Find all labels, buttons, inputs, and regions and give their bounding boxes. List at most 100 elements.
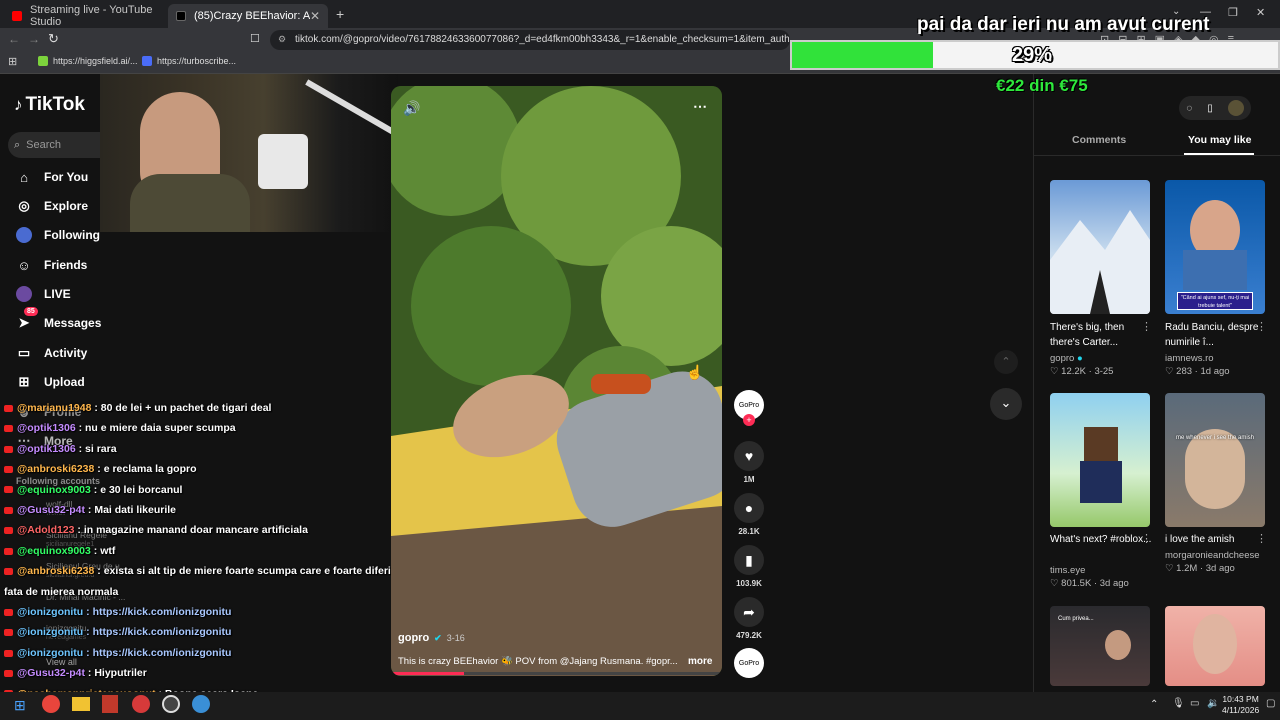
youtube-icon	[12, 11, 22, 21]
url-field[interactable]: ⚙ tiktok.com/@gopro/video/76178824633600…	[270, 30, 790, 50]
card-author[interactable]: tims.eye	[1050, 565, 1085, 576]
bookmark-favicon	[142, 56, 152, 66]
reload-icon[interactable]: ↻	[48, 31, 59, 47]
site-info-icon[interactable]: ⚙	[278, 34, 286, 45]
back-icon[interactable]: ←	[8, 32, 20, 46]
close-tab-icon[interactable]: ✕	[310, 9, 320, 23]
apps-grid-icon[interactable]: ⊞	[8, 55, 17, 68]
nav-upload[interactable]: ⊞ Upload	[16, 374, 85, 390]
recommendation-thumbnail[interactable]: me whenever i see the amish	[1165, 393, 1265, 527]
roblox-body-graphic	[1080, 461, 1122, 503]
nav-live[interactable]: LIVE	[16, 286, 71, 302]
caption-more-link[interactable]: more	[688, 656, 712, 667]
tab-youtube-studio[interactable]: Streaming live - YouTube Studio	[4, 4, 170, 28]
mic-arm	[305, 79, 395, 135]
youtube-badge-icon	[4, 486, 13, 494]
chat-message: @equinox9003 : wtf	[4, 545, 115, 557]
share-button[interactable]: ➦ 479.2K	[734, 597, 764, 640]
bookmark-icon[interactable]: ☐	[250, 32, 260, 45]
face-graphic	[1193, 614, 1237, 674]
close-window-button[interactable]: ✕	[1256, 6, 1265, 19]
forward-icon[interactable]: →	[28, 32, 40, 46]
youtube-badge-icon	[4, 404, 13, 412]
recommendation-thumbnail[interactable]: "Când ai ajuns sef, nu-ți mai trebuie ta…	[1165, 180, 1265, 314]
recommendation-thumbnail[interactable]: Cum privea...	[1050, 606, 1150, 686]
tab-you-may-like[interactable]: You may like	[1188, 134, 1251, 146]
volume-icon[interactable]: 🔊	[403, 100, 420, 117]
save-button[interactable]: ▮ 103.9K	[734, 545, 764, 588]
chat-text: : nu e miere daia super scumpa	[75, 422, 236, 435]
bookmark-turboscribe[interactable]: https://turboscribe...	[142, 56, 236, 66]
bookmark-higgsfield[interactable]: https://higgsfield.ai/...	[38, 56, 138, 66]
notifications-icon[interactable]: ▢	[1266, 698, 1275, 709]
compass-icon: ◎	[18, 198, 30, 213]
chat-message: @ionizgonitu : https://kick.com/ionizgon…	[4, 626, 231, 638]
comment-icon: ●	[734, 493, 764, 523]
verified-icon: ✔	[434, 632, 442, 643]
tab-comments[interactable]: Comments	[1072, 134, 1126, 146]
card-menu-icon[interactable]: ⋮	[1256, 320, 1267, 333]
chat-username: @equinox9003	[17, 483, 91, 496]
heart-outline-icon: ♡	[1165, 366, 1174, 377]
app-icon[interactable]	[102, 695, 118, 713]
chat-text: fata de mierea normala	[4, 585, 119, 598]
webcam-overlay	[100, 74, 398, 232]
verified-icon: ●	[1076, 353, 1083, 364]
volume-tray-icon[interactable]: 🔉	[1207, 698, 1219, 709]
nav-following[interactable]: Following	[16, 227, 100, 243]
nav-activity[interactable]: ▭ Activity	[16, 345, 88, 361]
chat-username: @ionizgonitu	[17, 626, 84, 639]
clock[interactable]: 10:43 PM 4/11/2026	[1222, 694, 1259, 716]
roblox-head-graphic	[1084, 427, 1118, 461]
obs-icon[interactable]	[162, 695, 180, 713]
record-app-icon[interactable]	[132, 695, 150, 713]
chat-text: : https://kick.com/ionizgonitu	[83, 626, 232, 639]
windows-start-icon[interactable]: ⊞	[14, 697, 26, 714]
like-button[interactable]: ♥ 1M	[734, 441, 764, 484]
card-title[interactable]: There's big, then there's Carter...	[1050, 320, 1155, 350]
card-title[interactable]: i love the amish	[1165, 532, 1270, 547]
nav-messages[interactable]: ➤ Messages 85	[16, 307, 101, 331]
card-author[interactable]: gopro ●	[1050, 353, 1083, 364]
maximize-button[interactable]: ❐	[1228, 6, 1238, 19]
more-options-icon[interactable]: ⋯	[693, 98, 707, 115]
user-avatar[interactable]	[1227, 100, 1244, 116]
card-author[interactable]: iamnews.ro	[1165, 353, 1214, 364]
author-avatar[interactable]: GoPro +	[734, 390, 764, 426]
card-title[interactable]: What's next? #roblox...	[1050, 532, 1155, 547]
card-author[interactable]: morgaronieandcheese	[1165, 550, 1260, 561]
card-menu-icon[interactable]: ⋮	[1141, 532, 1152, 545]
explore-icon[interactable]: ◌	[1186, 103, 1192, 114]
chrome-icon[interactable]	[42, 695, 60, 713]
comment-button[interactable]: ● 28.1K	[734, 493, 764, 536]
microphone-tray-icon[interactable]: 🎙	[1172, 698, 1185, 709]
music-disc[interactable]: GoPro	[734, 648, 764, 678]
youtube-badge-icon	[4, 425, 13, 433]
card-title[interactable]: Radu Banciu, despre numirile î...	[1165, 320, 1270, 350]
video-author-row[interactable]: gopro ✔ 3-16	[398, 632, 465, 644]
next-video-button[interactable]: ⌄	[990, 388, 1022, 420]
tiktok-logo[interactable]: ♪ TikTok	[14, 94, 85, 116]
recommendation-thumbnail[interactable]	[1050, 180, 1150, 314]
follow-plus-icon[interactable]: +	[743, 414, 755, 426]
recommendation-thumbnail[interactable]	[1165, 606, 1265, 686]
previous-video-button[interactable]: ⌃	[994, 350, 1018, 374]
youtube-badge-icon	[4, 567, 13, 575]
tab-tiktok[interactable]: (85)Crazy BEEhavior: A Unique P ✕	[168, 4, 328, 28]
video-progress[interactable]	[391, 672, 722, 675]
mouse-cursor-icon: ☝	[686, 364, 704, 380]
folder-icon[interactable]	[72, 697, 90, 711]
network-icon[interactable]: ▭	[1190, 698, 1199, 709]
card-menu-icon[interactable]: ⋮	[1141, 320, 1152, 333]
tray-chevron-icon[interactable]: ⌃	[1150, 699, 1158, 710]
nav-for-you[interactable]: ⌂ For You	[16, 169, 88, 185]
globe-icon[interactable]	[192, 695, 210, 713]
card-menu-icon[interactable]: ⋮	[1256, 532, 1267, 545]
chat-text: : Hiyputriler	[85, 667, 147, 680]
device-icon[interactable]: ▯	[1207, 103, 1213, 114]
new-tab-button[interactable]: +	[336, 6, 344, 22]
video-player[interactable]: 🔊 ⋯ gopro ✔ 3-16 This is crazy BEEhavior…	[391, 86, 722, 676]
nav-friends[interactable]: ☺ Friends	[16, 257, 87, 273]
nav-explore[interactable]: ◎ Explore	[16, 198, 88, 214]
recommendation-thumbnail[interactable]	[1050, 393, 1150, 527]
